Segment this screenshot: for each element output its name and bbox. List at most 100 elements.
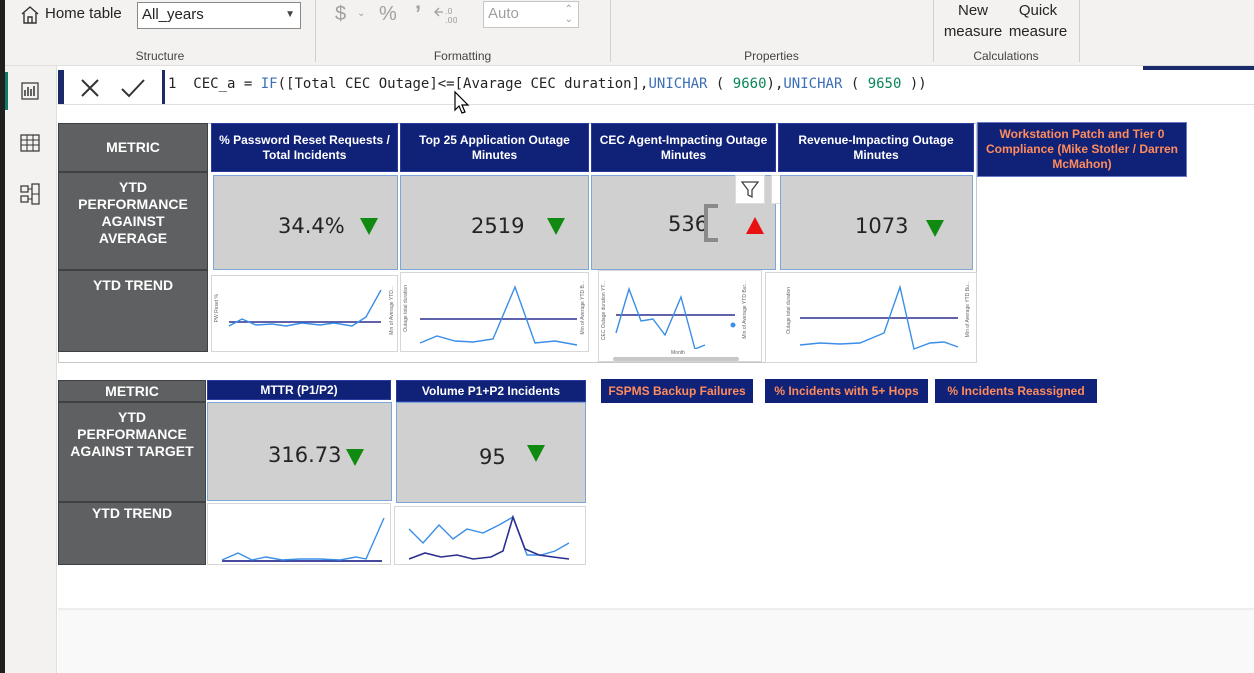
canvas-margin [58, 610, 1254, 673]
active-view-indicator [5, 72, 8, 110]
trend-lines-password-reset [228, 289, 382, 327]
view-switcher-pane [5, 66, 57, 673]
down-arrow-icon [346, 449, 364, 466]
if-keyword: IF [260, 76, 278, 92]
row1-ytd-perf-label: YTD PERFORMANCE AGAINST AVERAGE [58, 172, 208, 270]
trend-ylabel-app-outage: Outage total duration [403, 285, 409, 332]
row2-metric-text: METRIC [105, 382, 159, 399]
formula-bar-accent-left [58, 70, 64, 104]
paren-close-2: )) [901, 76, 927, 92]
trend-chart-revenue-outage[interactable]: Outage total duration Min of Average YTD… [765, 272, 977, 363]
row1-metric-label: METRIC [58, 123, 208, 172]
trend-ylabel-password-reset: PW Reset % [214, 294, 220, 323]
close-icon[interactable] [78, 76, 102, 100]
kpi-value-password-reset: 34.4% [278, 214, 345, 238]
kpi-value-revenue-outage: 1073 [855, 214, 909, 238]
trend-ylabel-cec-outage: CEC Outage duration YT... [601, 281, 607, 341]
trend-lines-mttr [221, 517, 385, 562]
group-formatting-label: Formatting [433, 49, 492, 63]
currency-chevron-icon[interactable]: ⌄ [357, 8, 365, 19]
table-view-icon[interactable] [19, 132, 41, 154]
new-measure-line2: measure [943, 23, 1003, 40]
row2-metric-label: METRIC [58, 380, 206, 402]
kpi-value-cec-outage: 536 [668, 212, 709, 236]
trend-lines-app-outage [419, 285, 578, 346]
unichar-arg-2: 9650 [867, 76, 902, 92]
row2-header-reassigned: % Incidents Reassigned [935, 379, 1097, 403]
paren-open-2: ( [842, 76, 868, 92]
horizontal-scrollbar[interactable] [613, 357, 739, 361]
formula-bar-divider [162, 70, 165, 104]
mouse-cursor-icon [454, 90, 470, 114]
model-view-icon[interactable] [19, 183, 41, 205]
report-view-icon[interactable] [19, 80, 41, 102]
row2-header-fspms: FSPMS Backup Failures [601, 379, 753, 403]
row1-ytd-trend-text: YTD TREND [92, 277, 174, 293]
row1-ytd-trend-label: YTD TREND [58, 270, 208, 352]
quick-measure-line2: measure [1008, 23, 1068, 40]
row2-ytd-perf-text: YTD PERFORMANCE AGAINST TARGET [70, 409, 194, 459]
trend-ylabel2-revenue-outage: Min of Average YTD Bu... [965, 281, 971, 338]
row1-header-workstation-patch: Workstation Patch and Tier 0 Compliance … [977, 122, 1187, 177]
row2-header-mttr: MTTR (P1/P2) [207, 380, 391, 400]
row2-header-volume: Volume P1+P2 Incidents [396, 380, 586, 402]
kpi-value-volume: 95 [479, 445, 506, 469]
kpi-value-app-outage: 2519 [471, 214, 525, 238]
row2-ytd-perf-label: YTD PERFORMANCE AGAINST TARGET [58, 402, 206, 502]
down-arrow-icon [527, 445, 545, 462]
expr-eq: = [235, 76, 261, 92]
home-table-label: Home table [45, 5, 122, 22]
row1-ytd-perf-text: YTD PERFORMANCE AGAINST AVERAGE [78, 179, 188, 246]
row1-header-password-reset: % Password Reset Requests / Total Incide… [211, 123, 398, 172]
formula-text[interactable]: 1 CEC_a = IF([Total CEC Outage]<=[Avarag… [168, 76, 927, 92]
home-icon [21, 6, 39, 24]
row2-header-hops: % Incidents with 5+ Hops [765, 379, 928, 403]
decimal-places-input[interactable]: Auto ⌃ ⌄ [483, 1, 579, 28]
svg-text:.00: .00 [445, 16, 457, 25]
spin-down-icon[interactable]: ⌄ [565, 8, 573, 32]
check-icon[interactable] [120, 76, 146, 100]
group-properties-label: Properties [744, 49, 799, 63]
new-measure-button[interactable]: New measure [939, 0, 1007, 44]
row1-header-revenue-outage: Revenue-Impacting Outage Minutes [778, 123, 974, 172]
trend-xlabel-cec-outage: Month [671, 350, 685, 356]
trend-chart-volume[interactable] [394, 506, 586, 565]
kpi-value-mttr: 316.73 [268, 443, 342, 467]
unichar-keyword-2: UNICHAR [783, 76, 843, 92]
paren-open-1: ( [707, 76, 733, 92]
unichar-keyword-1: UNICHAR [648, 76, 708, 92]
trend-ylabel2-password-reset: Min of Average YTD... [389, 286, 395, 335]
row1-header-cec-outage: CEC Agent-Impacting Outage Minutes [591, 123, 776, 172]
decimal-places-icon[interactable]: .0 .00 [433, 4, 457, 26]
trend-ylabel-revenue-outage: Outage total duration [786, 287, 792, 334]
line-number: 1 [168, 76, 177, 92]
trend-lines-volume [408, 514, 570, 560]
filter-button[interactable] [735, 175, 765, 204]
auto-placeholder: Auto [488, 5, 519, 22]
kpi-card-app-outage[interactable]: 2519 [400, 175, 589, 270]
currency-button[interactable]: $ [335, 3, 346, 26]
group-structure-label: Structure [135, 49, 185, 63]
row1-metric-text: METRIC [106, 139, 160, 155]
trend-chart-app-outage[interactable]: Outage total duration Min of Average YTD… [400, 272, 589, 352]
down-arrow-icon [547, 218, 565, 235]
kpi-card-revenue-outage[interactable]: 1073 [780, 175, 973, 270]
percent-button[interactable]: % [379, 3, 397, 26]
quick-measure-button[interactable]: Quick measure [1005, 0, 1071, 44]
home-table-select[interactable]: All_years ▼ [137, 2, 301, 29]
trend-chart-mttr[interactable] [207, 503, 391, 565]
row2-ytd-trend-label: YTD TREND [58, 502, 206, 565]
paren-close-1: ), [766, 76, 784, 92]
ribbon: Home table All_years ▼ Structure $ ⌄ % ’… [5, 0, 1254, 66]
measure-name: CEC_a [193, 76, 236, 92]
down-arrow-icon [926, 220, 944, 237]
kpi-card-mttr[interactable]: 316.73 [207, 402, 392, 501]
kpi-card-volume[interactable]: 95 [396, 402, 586, 503]
trend-chart-cec-outage[interactable]: CEC Outage duration YT... Min of Average… [598, 270, 762, 362]
up-arrow-icon [746, 217, 764, 234]
comma-button[interactable]: ’ [415, 1, 421, 27]
unichar-arg-1: 9660 [732, 76, 767, 92]
svg-text:.0: .0 [445, 7, 453, 16]
kpi-card-password-reset[interactable]: 34.4% [213, 175, 398, 270]
trend-chart-password-reset[interactable]: PW Reset % Min of Average YTD... [211, 275, 398, 352]
